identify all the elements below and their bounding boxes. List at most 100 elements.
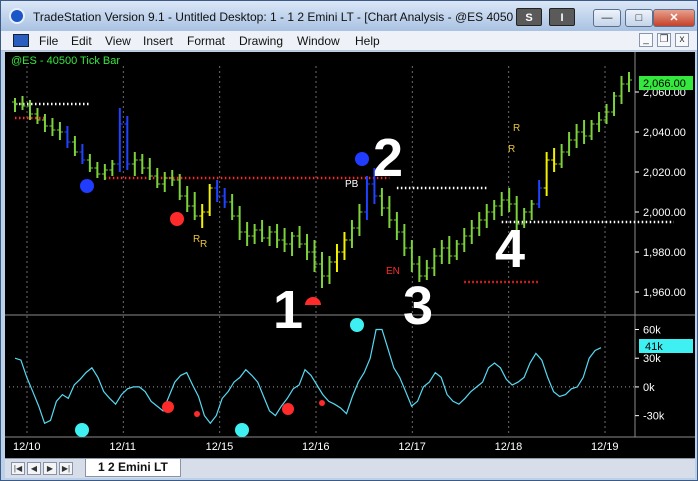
price-bar [319,252,325,288]
maximize-button[interactable]: □ [625,9,653,27]
current-price-label: 2,066.00 [643,78,686,90]
pb-label: PB [345,179,359,190]
en-label: EN [386,266,400,277]
price-bar [146,158,153,180]
price-bar [12,98,18,112]
oscillator-red-marker [319,400,325,406]
prev-tab-nav-button[interactable]: ◀ [27,462,41,475]
grid-lines [5,52,695,438]
price-bar [438,240,445,264]
blue-marker-dot [355,152,369,166]
price-bar [446,236,453,264]
price-bar [289,232,296,256]
price-bar [393,212,400,240]
price-bar [86,154,93,172]
price-bar [206,184,213,216]
price-bar [333,244,340,272]
first-tab-nav-button[interactable]: |◀ [11,462,25,475]
price-bar [56,122,63,140]
i-button[interactable]: I [549,8,575,26]
price-bar [311,240,318,272]
price-bar [603,104,610,124]
tab-1-2-emini-lt[interactable]: 1 2 Emini LT [85,459,181,477]
oscillator-red-marker [194,411,200,417]
price-bar [116,108,123,172]
price-bar [139,154,146,174]
price-bar [326,256,333,284]
price-bar [581,120,588,144]
oscillator-line [14,328,602,425]
chart-analysis-area[interactable]: 12/10 12/11 12/15 12/16 12/17 12/18 12/19 2,060… [5,52,695,458]
price-bar [244,222,251,246]
price-bar [34,108,41,124]
price-bar [94,162,101,178]
date-tick-label: 12/19 [591,441,619,453]
price-tick-label: 1,980.00 [643,247,686,259]
annotation-number-3: 3 [403,276,433,336]
price-bar [79,144,86,164]
mdi-restore-button[interactable]: ❐ [657,33,671,47]
oscillator-value-label: 41k [645,341,663,353]
price-bar [506,188,513,212]
price-bar [41,114,48,132]
minimize-button[interactable]: — [593,9,621,27]
price-bar [296,226,303,248]
annotation-number-4: 4 [495,219,525,279]
menu-format[interactable]: Format [187,34,225,48]
price-bar [453,240,460,260]
price-bar [64,126,71,148]
price-chart[interactable]: 12/10 12/11 12/15 12/16 12/17 12/18 12/192,060… [5,52,695,458]
price-bar [551,148,558,172]
price-bar [304,234,311,260]
date-tick-label: 12/15 [206,441,234,453]
next-tab-nav-button[interactable]: ▶ [43,462,57,475]
mdi-close-button[interactable]: x [675,33,689,47]
price-bar [124,116,131,170]
r-label: R [513,123,520,134]
menu-edit[interactable]: Edit [71,34,92,48]
price-bar [491,200,498,220]
menu-drawing[interactable]: Drawing [239,34,283,48]
oscillator-tick-label: 30k [643,353,661,365]
menu-help[interactable]: Help [355,34,380,48]
price-bars [12,72,632,288]
tab-bar: |◀ ◀ ▶ ▶| 1 2 Emini LT [5,458,695,478]
chart-window-icon[interactable] [13,34,29,47]
price-bar [236,206,243,240]
price-bar [536,180,543,208]
close-button[interactable]: ✕ [653,9,695,27]
oscillator-tick-label: 60k [643,324,661,336]
menu-insert[interactable]: Insert [143,34,173,48]
price-bar [408,240,415,272]
price-bar [468,220,475,244]
menu-file[interactable]: File [39,34,58,48]
oscillator-panel [9,318,635,437]
date-tick-label: 12/10 [13,441,41,453]
price-bar [191,192,198,220]
price-bar [356,204,363,236]
price-bar [566,132,573,156]
price-bar [363,176,370,220]
red-marker-dot [170,212,184,226]
last-tab-nav-button[interactable]: ▶| [59,462,73,475]
price-bar [498,192,505,216]
s-button[interactable]: S [516,8,542,26]
date-tick-label: 12/11 [109,441,136,453]
r-label: R [200,239,207,250]
red-half-marker [305,297,321,305]
price-bar [611,92,618,116]
mdi-minimize-button[interactable]: _ [639,33,653,47]
oscillator-tick-label: 0k [643,382,655,394]
price-bar [596,112,603,132]
price-bar [618,76,625,104]
price-bar [378,188,385,216]
price-bar [71,136,78,156]
menu-bar: File Edit View Insert Format Drawing Win… [1,31,697,51]
tradestation-logo-icon [9,8,25,24]
menu-view[interactable]: View [105,34,131,48]
price-bar [101,164,108,180]
oscillator-red-marker [162,401,174,413]
menu-window[interactable]: Window [297,34,340,48]
title-bar[interactable]: TradeStation Version 9.1 - Untitled Desk… [1,1,697,31]
price-bar [626,72,632,92]
